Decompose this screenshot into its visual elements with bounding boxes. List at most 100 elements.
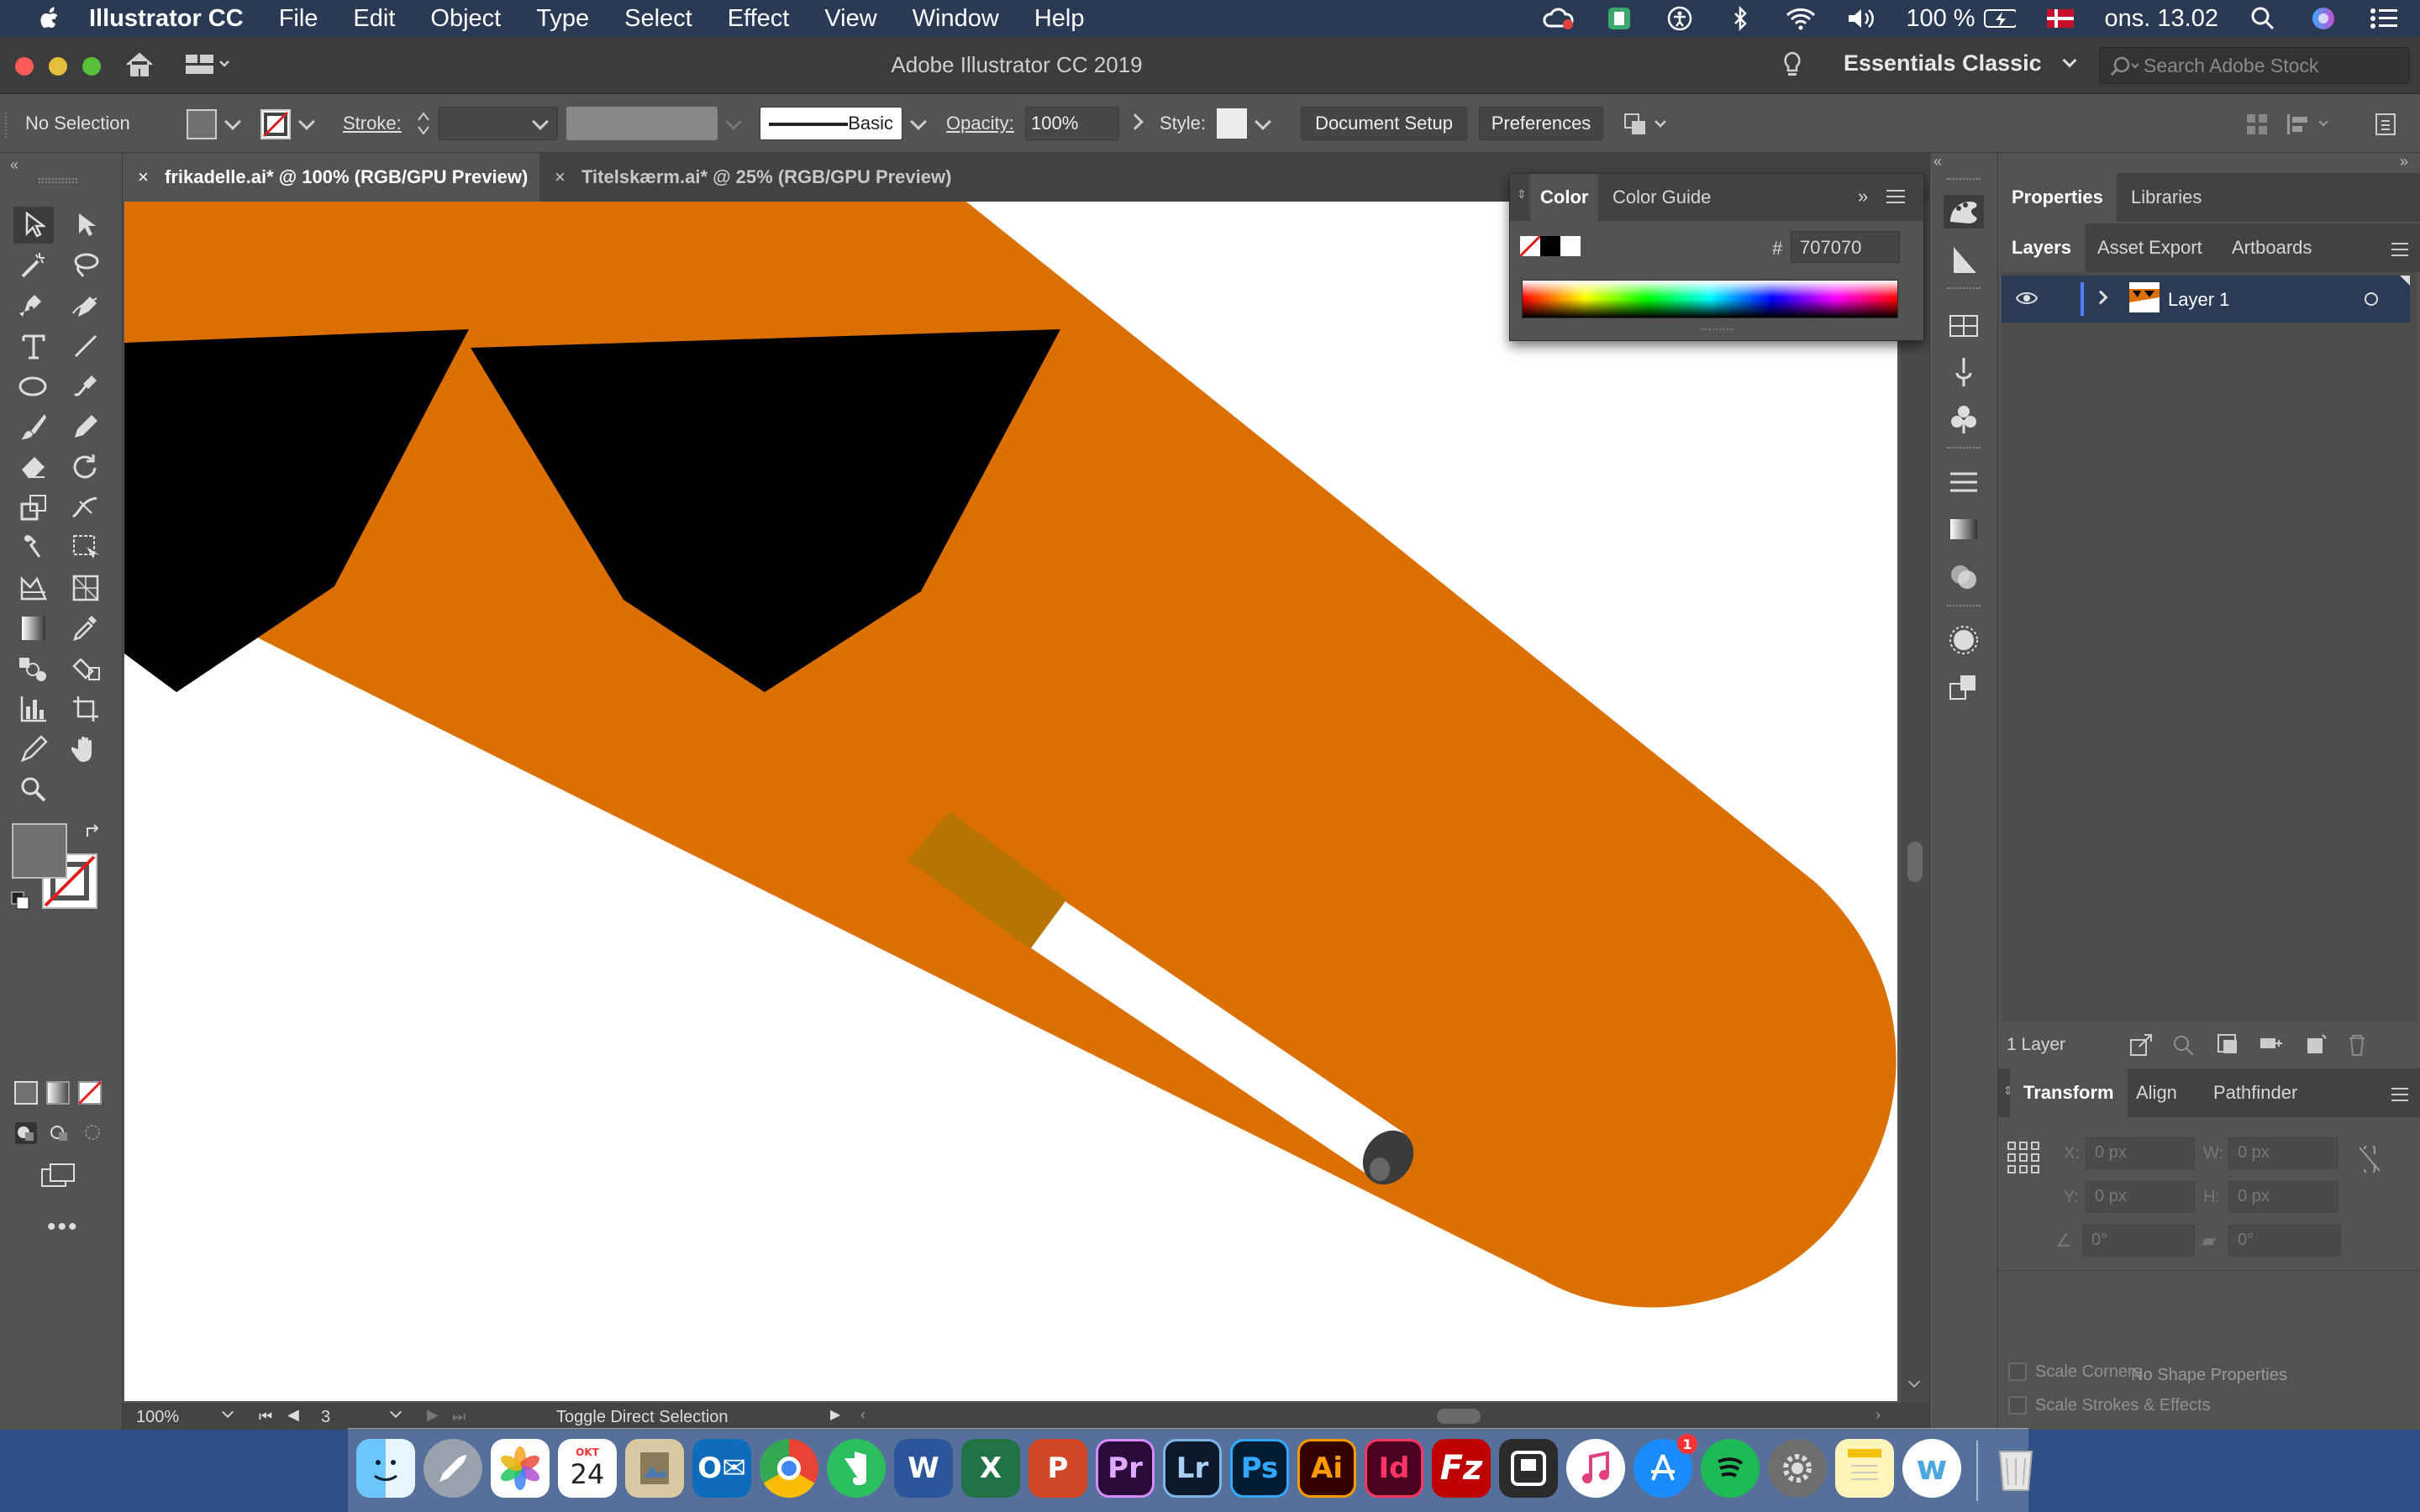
illustrator-app[interactable]: Ai bbox=[1297, 1439, 1356, 1498]
delete-layer-icon[interactable] bbox=[2346, 1033, 2368, 1057]
y-field[interactable]: 0 px bbox=[2086, 1181, 2195, 1213]
tab-asset-export[interactable]: Asset Export bbox=[2084, 223, 2216, 272]
zoom-dropdown-icon[interactable] bbox=[221, 1405, 234, 1419]
brush-definition[interactable]: Basic bbox=[760, 107, 902, 140]
bluetooth-icon[interactable] bbox=[1724, 6, 1756, 31]
toolbar-grip[interactable] bbox=[39, 178, 77, 183]
lightroom-app[interactable]: Lr bbox=[1163, 1439, 1222, 1498]
menu-help[interactable]: Help bbox=[1034, 5, 1085, 33]
calendar-app[interactable]: OKT 24 bbox=[558, 1439, 617, 1498]
draw-inside-icon[interactable] bbox=[81, 1121, 106, 1150]
color-spectrum[interactable] bbox=[1522, 280, 1898, 318]
line-segment-tool-icon[interactable] bbox=[66, 328, 106, 365]
first-artboard-icon[interactable]: ⏮ bbox=[259, 1408, 272, 1425]
selection-tool-icon[interactable] bbox=[13, 207, 54, 244]
volume-icon[interactable] bbox=[1845, 6, 1877, 31]
artwork-canvas[interactable] bbox=[124, 202, 1897, 1401]
collapse-panel-icon[interactable]: « bbox=[10, 156, 18, 174]
menu-view[interactable]: View bbox=[824, 5, 876, 33]
symbols-icon[interactable] bbox=[1944, 402, 1984, 435]
layers-list[interactable] bbox=[2002, 272, 2417, 1021]
opacity-arrow-icon[interactable] bbox=[1127, 113, 1144, 130]
reference-point-icon[interactable] bbox=[2007, 1141, 2040, 1174]
lightbulb-icon[interactable] bbox=[1781, 50, 1803, 85]
collapse-left-icon[interactable]: « bbox=[1933, 153, 1942, 171]
tab-transform[interactable]: Transform bbox=[2010, 1068, 2128, 1117]
accessibility-icon[interactable] bbox=[1664, 6, 1696, 31]
hex-input[interactable]: 707070 bbox=[1791, 231, 1900, 263]
puppet-warp-tool-icon[interactable] bbox=[13, 529, 54, 566]
draw-behind-icon[interactable] bbox=[47, 1121, 72, 1150]
scroll-right-arrow[interactable]: › bbox=[1876, 1406, 1881, 1424]
zoom-field[interactable]: 100% bbox=[136, 1408, 179, 1427]
tab-artboards[interactable]: Artboards bbox=[2218, 223, 2325, 272]
appearance-icon[interactable] bbox=[1944, 623, 1984, 657]
menu-type[interactable]: Type bbox=[536, 5, 589, 33]
paintbrush-tool-icon[interactable] bbox=[13, 408, 54, 445]
notes-app[interactable] bbox=[1835, 1439, 1894, 1498]
layer-row[interactable]: Layer 1 bbox=[2002, 276, 2410, 323]
tab-color[interactable]: Color bbox=[1530, 174, 1599, 221]
draw-normal-icon[interactable] bbox=[13, 1121, 39, 1150]
photos-app[interactable] bbox=[491, 1439, 550, 1498]
shaper-tool-icon[interactable] bbox=[66, 368, 106, 405]
screen-app[interactable] bbox=[1499, 1439, 1558, 1498]
itunes-app[interactable] bbox=[1566, 1439, 1625, 1498]
default-fill-stroke-icon[interactable] bbox=[10, 890, 30, 915]
white-swatch[interactable] bbox=[1560, 236, 1581, 256]
expand-layer-icon[interactable] bbox=[2093, 290, 2108, 305]
horizontal-scroll-thumb[interactable] bbox=[1437, 1409, 1481, 1424]
screen-mode-icon[interactable] bbox=[40, 1163, 77, 1192]
app-store-app[interactable]: 1 bbox=[1634, 1434, 1697, 1498]
h-field[interactable]: 0 px bbox=[2228, 1181, 2338, 1213]
excel-app[interactable]: X bbox=[961, 1439, 1020, 1498]
chrome-app[interactable] bbox=[760, 1439, 818, 1498]
preferences-button[interactable]: Preferences bbox=[1479, 107, 1603, 140]
lasso-tool-icon[interactable] bbox=[66, 247, 106, 284]
style-dropdown-icon[interactable] bbox=[1255, 113, 1271, 130]
spotify-app[interactable] bbox=[1701, 1439, 1760, 1498]
panel-menu-icon[interactable] bbox=[2390, 240, 2410, 262]
graphic-styles-icon[interactable] bbox=[1944, 670, 1984, 704]
black-swatch[interactable] bbox=[1540, 236, 1560, 256]
document-setup-button[interactable]: Document Setup bbox=[1301, 107, 1467, 140]
menu-edit[interactable]: Edit bbox=[353, 5, 395, 33]
stroke-panel-icon[interactable] bbox=[1944, 465, 1984, 499]
tab-libraries[interactable]: Libraries bbox=[2118, 173, 2215, 222]
angle-field[interactable]: 0° bbox=[2082, 1225, 2195, 1257]
gradient-panel-icon[interactable] bbox=[1944, 512, 1984, 546]
indesign-app[interactable]: Id bbox=[1365, 1439, 1423, 1498]
tab-properties[interactable]: Properties bbox=[1998, 173, 2117, 222]
direct-selection-tool-icon[interactable] bbox=[66, 207, 106, 244]
finder-app[interactable] bbox=[356, 1439, 415, 1498]
app-menu[interactable]: Illustrator CC bbox=[89, 5, 244, 33]
apple-icon[interactable] bbox=[34, 4, 67, 33]
panel-collapse-icon[interactable]: ⇕ bbox=[1517, 187, 1527, 202]
variable-width-dropdown-icon[interactable] bbox=[725, 113, 742, 130]
rotate-tool-icon[interactable] bbox=[66, 449, 106, 486]
artboard-number-field[interactable]: 3 bbox=[321, 1408, 330, 1427]
color-panel-icon[interactable] bbox=[1944, 195, 1984, 228]
close-tab-icon[interactable]: × bbox=[138, 153, 149, 202]
wifi-icon[interactable] bbox=[1785, 6, 1817, 31]
shear-field[interactable]: 0° bbox=[2228, 1225, 2341, 1257]
preview-app[interactable] bbox=[625, 1439, 684, 1498]
fill-color-mode-icon[interactable] bbox=[13, 1080, 39, 1110]
spotlight-search-icon[interactable] bbox=[2247, 6, 2279, 31]
stroke-label[interactable]: Stroke: bbox=[343, 113, 402, 134]
constrain-proportions-icon[interactable] bbox=[2356, 1146, 2381, 1173]
blend-tool-icon[interactable] bbox=[13, 650, 54, 687]
swatches-icon[interactable] bbox=[1944, 309, 1984, 343]
system-preferences-app[interactable] bbox=[1768, 1439, 1827, 1498]
gradient-mode-icon[interactable] bbox=[45, 1080, 71, 1110]
dock-grip[interactable] bbox=[1947, 178, 1981, 183]
none-swatch-icon[interactable] bbox=[1518, 234, 1542, 260]
scale-corners-checkbox[interactable] bbox=[2008, 1362, 2027, 1381]
shape-builder-tool-icon[interactable] bbox=[13, 570, 54, 606]
launchpad-app[interactable] bbox=[424, 1439, 482, 1498]
menu-select[interactable]: Select bbox=[624, 5, 692, 33]
locate-object-icon[interactable] bbox=[2171, 1033, 2195, 1057]
outlook-app[interactable]: O✉ bbox=[692, 1439, 751, 1498]
eraser-tool-icon[interactable] bbox=[13, 449, 54, 486]
layer-target-icon[interactable] bbox=[2365, 292, 2378, 306]
